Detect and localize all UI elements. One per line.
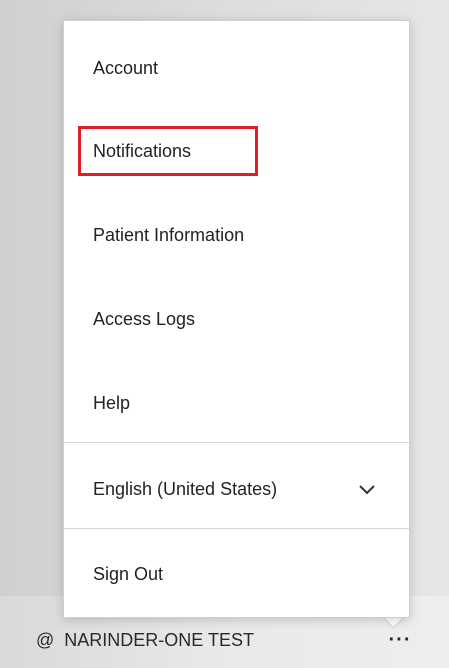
more-options-button[interactable]: ··· — [380, 626, 420, 654]
language-label: English (United States) — [93, 478, 278, 499]
chevron-down-icon — [359, 485, 375, 495]
more-icon: ··· — [388, 628, 412, 651]
menu-item-label: Help — [93, 392, 131, 413]
divider — [64, 528, 409, 529]
menu-item-label: Patient Information — [93, 224, 245, 245]
menu-item-label: Access Logs — [93, 308, 196, 329]
menu-item-patient-information[interactable]: Patient Information — [64, 215, 409, 255]
menu-item-notifications[interactable]: Notifications — [64, 131, 409, 171]
user-menu: Account Notifications Patient Informatio… — [63, 20, 410, 618]
menu-item-access-logs[interactable]: Access Logs — [64, 299, 409, 339]
user-account-label[interactable]: @ NARINDER-ONE TEST — [36, 626, 254, 654]
sign-out-label: Sign Out — [93, 563, 164, 584]
menu-item-label: Notifications — [93, 140, 192, 161]
menu-item-label: Account — [93, 57, 159, 78]
menu-item-account[interactable]: Account — [64, 48, 409, 88]
at-icon: @ — [36, 629, 55, 650]
language-select[interactable]: English (United States) — [64, 469, 409, 509]
sign-out-button[interactable]: Sign Out — [64, 554, 409, 594]
menu-item-help[interactable]: Help — [64, 383, 409, 423]
user-name: NARINDER-ONE TEST — [64, 629, 254, 650]
divider — [64, 442, 409, 443]
